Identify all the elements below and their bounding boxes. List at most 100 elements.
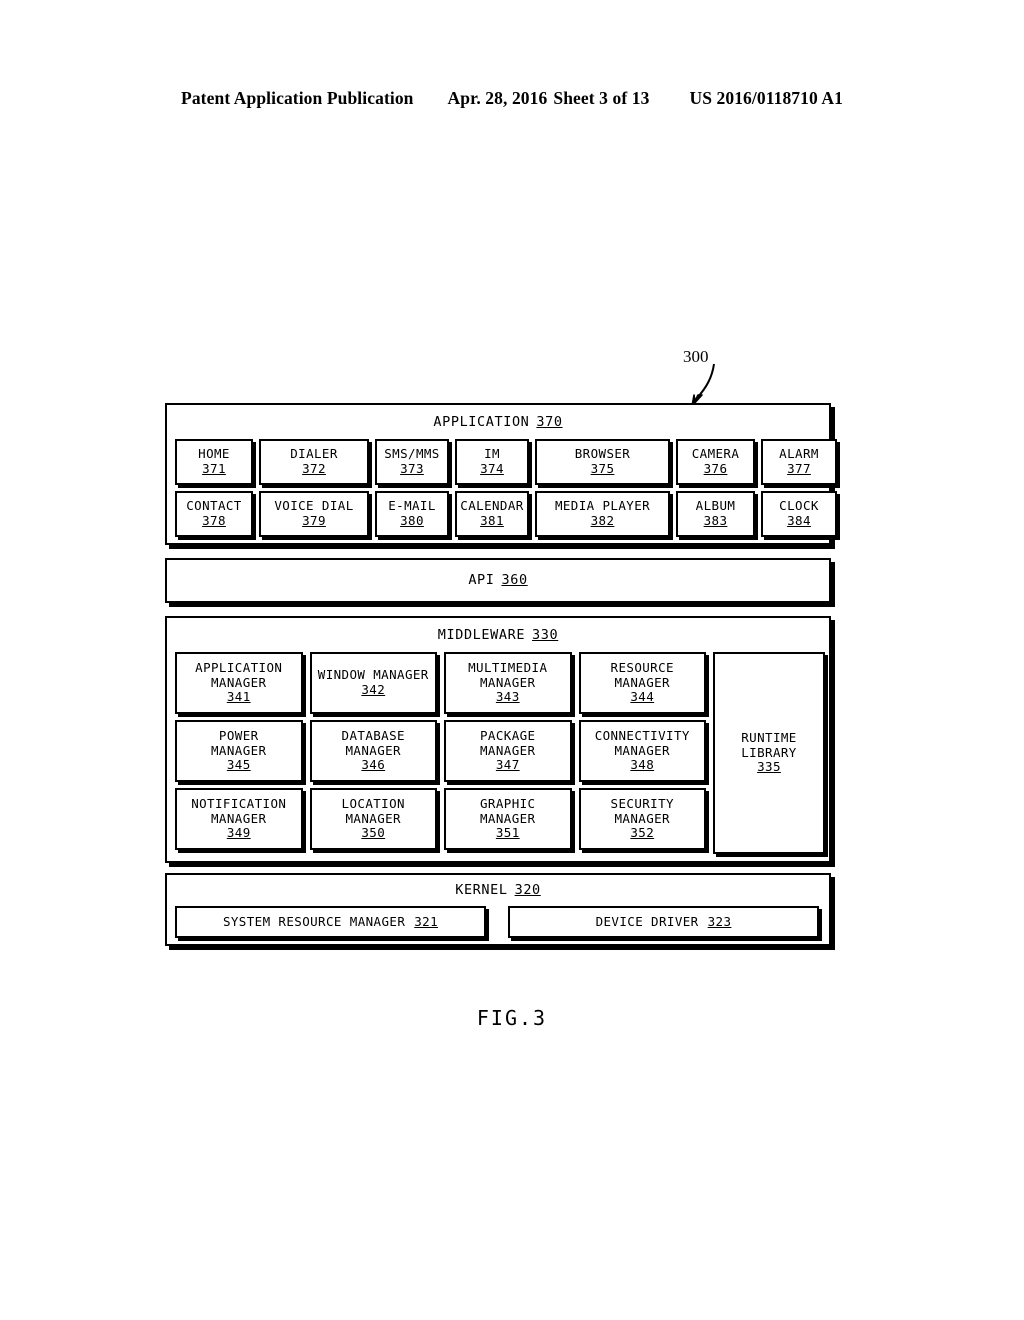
app-cell-camera-number: 376 xyxy=(703,461,728,476)
app-cell-contact-label: CONTACT xyxy=(186,498,242,514)
api-layer-number: 360 xyxy=(501,571,528,588)
application-layer-label: APPLICATION xyxy=(433,414,530,430)
app-cell-alarm[interactable]: ALARM 377 xyxy=(761,439,837,485)
middleware-cell-multimedia-manager[interactable]: MULTIMEDIA MANAGER 343 xyxy=(444,652,572,714)
app-cell-home-label: HOME xyxy=(198,446,230,462)
app-cell-im-number: 374 xyxy=(480,461,504,476)
middleware-cell-location-manager-number: 350 xyxy=(361,825,386,841)
middleware-cell-database-manager-number: 346 xyxy=(361,757,386,773)
app-cell-voice-dial-number: 379 xyxy=(302,513,326,528)
app-cell-album[interactable]: ALBUM 383 xyxy=(676,491,755,537)
middleware-cell-application-manager-label: MANAGER xyxy=(211,674,267,690)
app-cell-sms-mms[interactable]: SMS/MMS 373 xyxy=(375,439,449,485)
application-row-2: CONTACT 378 VOICE DIAL 379 E-MAIL 380 CALENDAR… xyxy=(175,491,837,537)
app-cell-alarm-label: ALARM xyxy=(779,446,819,462)
middleware-cell-window-manager-number: 342 xyxy=(361,682,386,697)
middleware-manager-grid: APPLICATION MANAGER 341 WINDOW MANAGER 342 MU… xyxy=(175,652,706,854)
middleware-cell-multimedia-manager-number: 343 xyxy=(495,689,520,705)
kernel-layer-title: KERNEL 320 xyxy=(167,882,829,898)
middleware-layer-label: MIDDLEWARE xyxy=(437,627,526,643)
callout-arrow-icon xyxy=(691,363,715,407)
middleware-cell-database-manager[interactable]: DATABASE MANAGER 346 xyxy=(309,720,437,782)
app-cell-voice-dial-label: VOICE DIAL xyxy=(274,498,354,514)
middleware-cell-security-manager-label: SECURITY xyxy=(610,795,674,811)
app-cell-clock-label: CLOCK xyxy=(779,498,819,514)
middleware-cell-security-manager-label: MANAGER xyxy=(614,810,670,826)
application-layer-number: 370 xyxy=(536,414,563,430)
app-cell-dialer-label: DIALER xyxy=(290,446,338,462)
middleware-cell-power-manager-number: 345 xyxy=(226,757,251,773)
middleware-body: APPLICATION MANAGER 341 WINDOW MANAGER 342 MU… xyxy=(175,652,825,854)
header-date: Apr. 28, 2016 xyxy=(447,88,548,108)
app-cell-camera-label: CAMERA xyxy=(691,446,740,462)
app-cell-media-player-label: MEDIA PLAYER xyxy=(554,498,651,514)
runtime-library-cell[interactable]: RUNTIME LIBRARY 335 xyxy=(713,652,825,854)
app-cell-album-number: 383 xyxy=(703,513,728,528)
middleware-cell-power-manager[interactable]: POWER MANAGER 345 xyxy=(175,720,303,782)
app-cell-calendar-number: 381 xyxy=(480,513,504,528)
app-cell-voice-dial[interactable]: VOICE DIAL 379 xyxy=(259,491,369,537)
middleware-cell-resource-manager[interactable]: RESOURCE MANAGER 344 xyxy=(578,652,706,714)
middleware-cell-package-manager[interactable]: PACKAGE MANAGER 347 xyxy=(444,720,572,782)
app-cell-browser-number: 375 xyxy=(590,461,615,476)
app-cell-contact[interactable]: CONTACT 378 xyxy=(175,491,253,537)
middleware-cell-resource-manager-label: MANAGER xyxy=(614,674,670,690)
header-publication: Patent Application Publication xyxy=(181,88,414,108)
middleware-cell-resource-manager-label: RESOURCE xyxy=(610,659,674,675)
runtime-library-line1: RUNTIME xyxy=(741,729,797,745)
api-layer-label: API xyxy=(468,571,495,588)
app-cell-im[interactable]: IM 374 xyxy=(455,439,529,485)
middleware-cell-application-manager[interactable]: APPLICATION MANAGER 341 xyxy=(175,652,303,714)
middleware-cell-connectivity-manager-label: MANAGER xyxy=(614,742,670,758)
kernel-cell-device-driver-number: 323 xyxy=(707,913,732,929)
middleware-layer-number: 330 xyxy=(532,627,559,643)
middleware-cell-graphic-manager-number: 351 xyxy=(495,825,520,841)
middleware-cell-location-manager-label: LOCATION xyxy=(341,795,405,811)
kernel-cell-system-resource-manager[interactable]: SYSTEM RESOURCE MANAGER 321 xyxy=(175,906,486,938)
app-cell-e-mail-label: E-MAIL xyxy=(388,498,436,514)
middleware-cell-connectivity-manager[interactable]: CONNECTIVITY MANAGER 348 xyxy=(578,720,706,782)
middleware-cell-location-manager[interactable]: LOCATION MANAGER 350 xyxy=(309,788,437,850)
system-architecture-diagram: APPLICATION 370 HOME 371 DIALER 372 SMS/MMS 37… xyxy=(165,403,837,950)
middleware-row-1: APPLICATION MANAGER 341 WINDOW MANAGER 342 MU… xyxy=(175,652,706,714)
middleware-cell-database-manager-label: DATABASE xyxy=(341,727,405,743)
app-cell-browser[interactable]: BROWSER 375 xyxy=(535,439,670,485)
middleware-cell-connectivity-manager-number: 348 xyxy=(630,757,655,773)
middleware-cell-security-manager[interactable]: SECURITY MANAGER 352 xyxy=(578,788,706,850)
app-cell-home[interactable]: HOME 371 xyxy=(175,439,253,485)
middleware-cell-connectivity-manager-label: CONNECTIVITY xyxy=(594,727,690,743)
middleware-cell-multimedia-manager-label: MANAGER xyxy=(480,674,536,690)
header-sheet: Sheet 3 of 13 xyxy=(553,88,650,108)
app-cell-camera[interactable]: CAMERA 376 xyxy=(676,439,755,485)
kernel-cell-device-driver[interactable]: DEVICE DRIVER 323 xyxy=(508,906,819,938)
middleware-cell-application-manager-number: 341 xyxy=(226,689,251,705)
app-cell-album-label: ALBUM xyxy=(695,498,736,514)
app-cell-e-mail[interactable]: E-MAIL 380 xyxy=(375,491,449,537)
api-layer-title: API 360 xyxy=(468,571,528,588)
app-cell-media-player-number: 382 xyxy=(590,513,615,528)
middleware-cell-notification-manager[interactable]: NOTIFICATION MANAGER 349 xyxy=(175,788,303,850)
middleware-layer: MIDDLEWARE 330 APPLICATION MANAGER 341 WINDO… xyxy=(165,616,831,863)
middleware-cell-package-manager-label: PACKAGE xyxy=(480,727,536,743)
middleware-cell-graphic-manager-label: MANAGER xyxy=(480,810,536,826)
middleware-cell-power-manager-label: POWER xyxy=(218,727,259,743)
kernel-layer-number: 320 xyxy=(514,882,541,898)
middleware-cell-graphic-manager[interactable]: GRAPHIC MANAGER 351 xyxy=(444,788,572,850)
app-cell-sms-mms-label: SMS/MMS xyxy=(384,446,440,462)
app-cell-contact-number: 378 xyxy=(202,513,226,528)
app-cell-calendar[interactable]: CALENDAR 381 xyxy=(455,491,529,537)
app-cell-clock-number: 384 xyxy=(787,513,811,528)
middleware-cell-graphic-manager-label: GRAPHIC xyxy=(480,795,536,811)
app-cell-dialer[interactable]: DIALER 372 xyxy=(259,439,369,485)
app-cell-alarm-number: 377 xyxy=(787,461,811,476)
middleware-cell-window-manager[interactable]: WINDOW MANAGER 342 xyxy=(309,652,437,714)
middleware-cell-application-manager-label: APPLICATION xyxy=(195,659,283,675)
app-cell-clock[interactable]: CLOCK 384 xyxy=(761,491,837,537)
application-layer: APPLICATION 370 HOME 371 DIALER 372 SMS/MMS 37… xyxy=(165,403,837,545)
app-cell-media-player[interactable]: MEDIA PLAYER 382 xyxy=(535,491,670,537)
header-patent-number: US 2016/0118710 A1 xyxy=(689,88,843,108)
kernel-layer-label: KERNEL xyxy=(455,882,508,898)
middleware-row-3: NOTIFICATION MANAGER 349 LOCATION MANAGER 350… xyxy=(175,788,706,850)
app-cell-im-label: IM xyxy=(484,446,500,462)
api-layer: API 360 xyxy=(165,558,831,603)
